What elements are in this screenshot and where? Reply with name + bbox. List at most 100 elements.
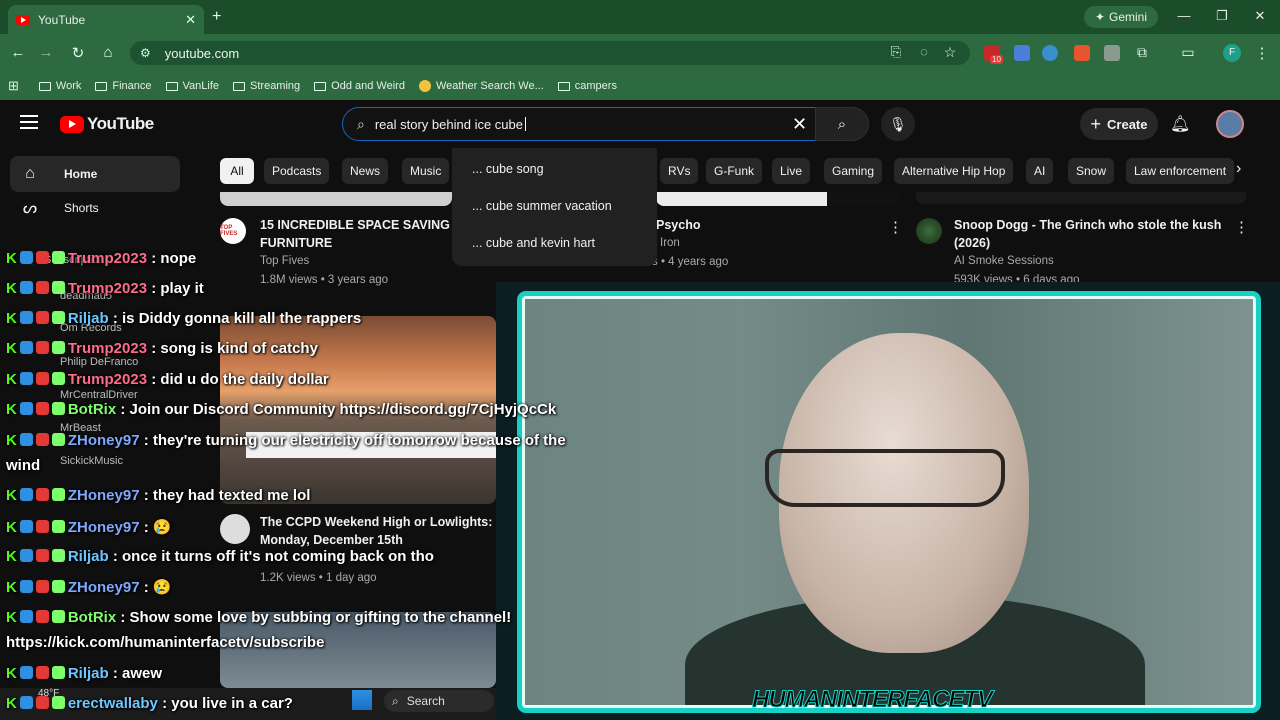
chip-all[interactable]: All [220,158,254,184]
maximize-icon[interactable]: ❐ [1212,8,1232,24]
channel-name[interactable]: Top Fives [260,255,309,267]
home-icon[interactable]: ⌂ [98,44,118,61]
chip-news[interactable]: News [342,158,389,184]
minimize-icon[interactable]: — [1174,8,1194,23]
channel-name[interactable]: Iron [660,237,680,249]
chat-badge-icon [51,433,65,446]
side-panel-icon[interactable]: ▭ [1178,44,1198,61]
close-window-icon[interactable]: ✕ [1250,8,1270,24]
extension-shield-icon[interactable] [1104,45,1120,61]
chip-live[interactable]: Live [772,158,811,184]
chat-badge-icon [19,666,33,679]
video-title[interactable]: The CCPD Weekend High or Lowlights: Monda… [260,513,492,549]
search-input[interactable]: ⌕ real story behind ice cube [342,107,816,141]
video-thumbnail[interactable] [656,192,900,206]
bookmark-star-icon[interactable]: ☆ [940,44,960,61]
video-thumbnail[interactable] [916,192,1246,204]
new-tab-icon[interactable]: + [212,8,221,26]
video-thumbnail[interactable] [220,192,452,206]
chip-law-enforcement[interactable]: Law enforcement [1126,158,1235,184]
tab-youtube[interactable]: YouTube ✕ [8,5,204,34]
back-icon[interactable]: ← [8,44,28,61]
apps-grid-icon[interactable]: ⊞ [8,78,19,94]
chip-g-funk[interactable]: G-Funk [706,158,763,184]
more-options-icon[interactable]: ⋮ [888,218,903,236]
chat-username[interactable]: BotRix [68,401,116,418]
channel-name[interactable]: AI Smoke Sessions [954,255,1054,267]
kick-icon: K [6,371,17,388]
video-title[interactable]: 15 INCREDIBLE SPACE SAVING I FURNITURE [260,216,457,252]
address-bar[interactable]: ⚙ youtube.com [130,41,970,65]
channel-avatar[interactable]: TOP FIVES [220,218,246,244]
bookmark-streaming[interactable]: Streaming [233,80,300,92]
bookmark-vanlife[interactable]: VanLife [165,80,219,92]
chip-alternative-hip-hop[interactable]: Alternative Hip Hop [894,158,1014,184]
install-app-icon[interactable]: ⎘ [886,44,906,60]
sidebar-item-home[interactable]: ⌂ Home [10,156,180,192]
browser-menu-icon[interactable]: ⋮ [1252,44,1272,62]
extension-audio-icon[interactable] [1042,45,1058,61]
more-options-icon[interactable]: ⋮ [1234,218,1249,236]
suggestion-item[interactable]: ... cube summer vacation [472,199,612,213]
chip-ai[interactable]: AI [1026,158,1054,184]
chip-rvs[interactable]: RVs [660,158,699,184]
chip-gaming[interactable]: Gaming [824,158,883,184]
extensions-puzzle-icon[interactable]: ⧉ [1132,44,1152,61]
chat-username[interactable]: Riljab [68,310,109,327]
clear-search-icon[interactable]: ✕ [792,114,807,135]
taskbar-search[interactable]: ⌕ Search [384,690,494,712]
person-glasses [765,449,1005,507]
chat-username[interactable]: Riljab [68,665,109,682]
kick-icon: K [6,519,17,536]
chat-username[interactable]: ZHoney97 [68,519,140,536]
bookmark-weather[interactable]: Weather Search We... [418,80,544,92]
extension-red-icon[interactable] [1074,45,1090,61]
chat-username[interactable]: Trump2023 [68,340,147,357]
youtube-logo[interactable]: YouTube [60,114,154,134]
chip-music[interactable]: Music [402,158,450,184]
voice-search-button[interactable]: 🎙 [881,107,915,141]
sidebar-sub-item[interactable]: SickickMusic [60,455,123,467]
chevron-right-icon[interactable]: › [1236,160,1241,178]
site-info-icon[interactable]: ⚙ [140,46,151,60]
chat-username[interactable]: erectwallaby [68,695,158,712]
chat-username[interactable]: Riljab [68,548,109,565]
video-title[interactable]: Psycho [656,216,700,234]
sidebar-sub-item[interactable]: MrCentralDriver [60,389,138,401]
windows-start-icon[interactable] [352,690,372,710]
profile-avatar[interactable]: F [1223,44,1241,62]
forward-icon[interactable]: → [36,44,56,61]
chip-snow[interactable]: Snow [1068,158,1115,184]
channel-avatar[interactable] [916,218,942,244]
chat-username[interactable]: Trump2023 [68,280,147,297]
menu-hamburger-icon[interactable] [20,115,38,129]
bookmark-work[interactable]: Work [38,80,81,92]
sidebar-item-shorts[interactable]: ᔕ Shorts [10,190,180,226]
sidebar-sub-item[interactable]: Philip DeFranco [60,356,138,368]
notifications-bell-icon[interactable]: 🔔︎ [1170,114,1190,134]
chip-podcasts[interactable]: Podcasts [264,158,330,184]
chat-badge-icon [51,549,65,562]
channel-avatar[interactable] [220,514,250,544]
kick-icon: K [6,548,17,565]
chat-username[interactable]: ZHoney97 [68,432,140,449]
extension-translate-icon[interactable] [1014,45,1030,61]
bookmark-finance[interactable]: Finance [95,80,152,92]
eye-off-icon[interactable]: ◌ [914,44,934,59]
gemini-button[interactable]: ✦ Gemini [1084,6,1158,28]
chat-username[interactable]: ZHoney97 [68,487,140,504]
bookmark-campers[interactable]: campers [557,80,617,92]
chat-username[interactable]: ZHoney97 [68,579,140,596]
account-avatar[interactable] [1216,110,1244,138]
suggestion-item[interactable]: ... cube song [472,162,544,176]
chat-username[interactable]: Trump2023 [68,250,147,267]
suggestion-item[interactable]: ... cube and kevin hart [472,236,595,250]
close-tab-icon[interactable]: ✕ [185,12,196,28]
bookmark-odd-and-weird[interactable]: Odd and Weird [314,80,405,92]
search-button[interactable]: ⌕ [815,107,869,141]
reload-icon[interactable]: ↻ [68,44,88,62]
video-title[interactable]: Snoop Dogg - The Grinch who stole the ku… [954,216,1221,252]
chat-username[interactable]: BotRix [68,609,116,626]
chat-username[interactable]: Trump2023 [68,371,147,388]
create-button[interactable]: + Create [1080,108,1158,140]
